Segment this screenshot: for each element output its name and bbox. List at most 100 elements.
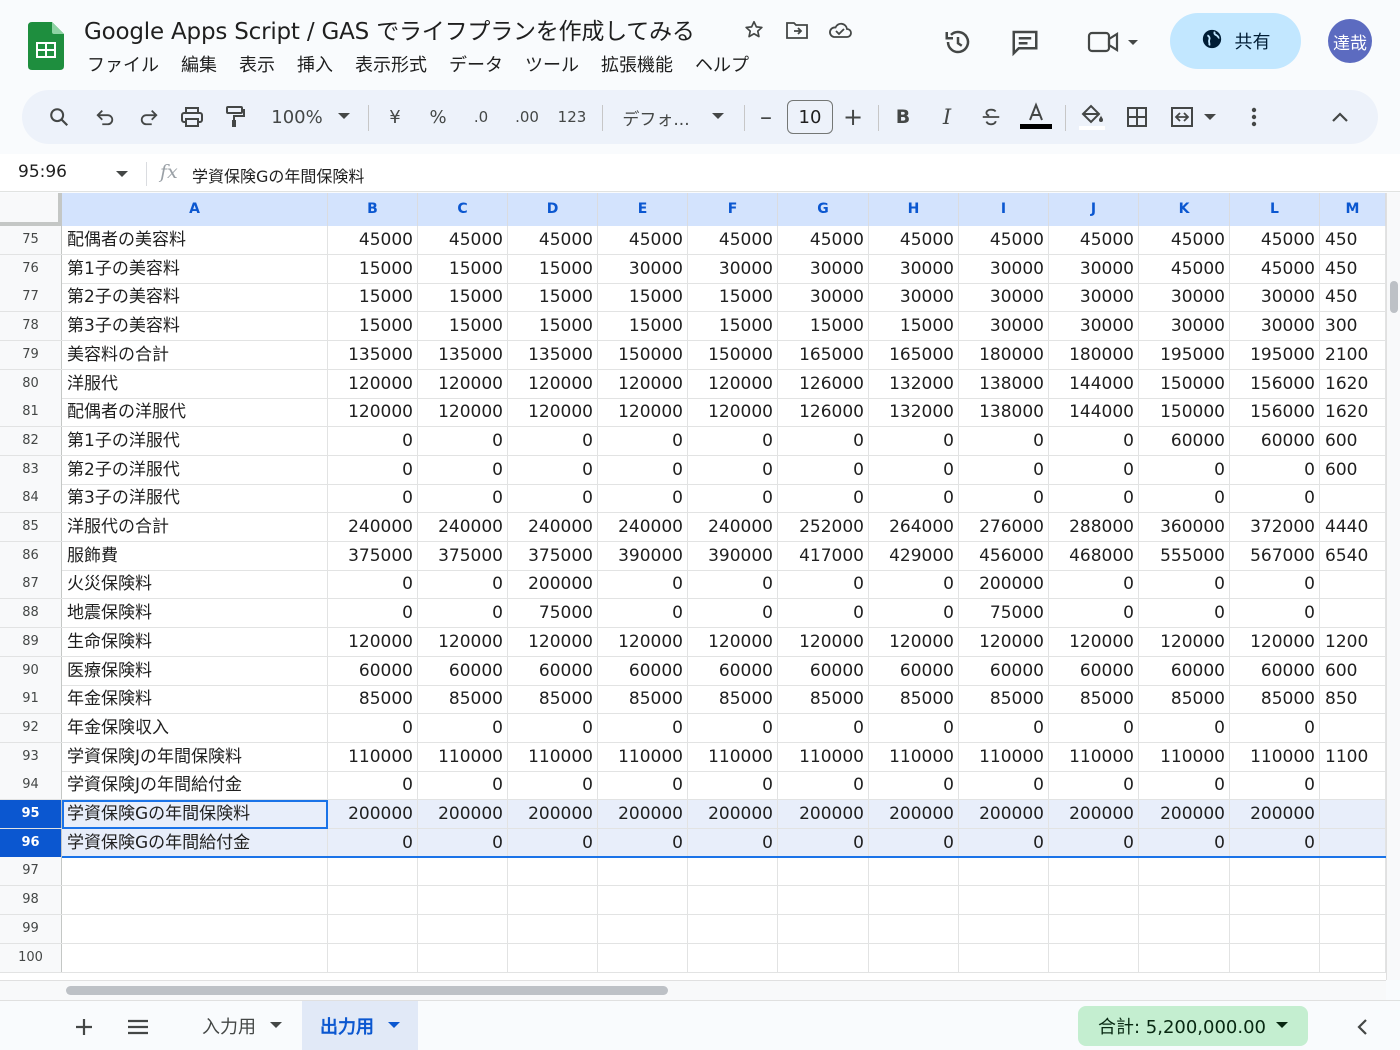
cell[interactable]: 0 (869, 599, 959, 628)
cell[interactable] (1049, 857, 1139, 886)
cell[interactable]: 150000 (1139, 369, 1230, 398)
cell[interactable]: 15000 (328, 312, 418, 341)
cell[interactable]: 200000 (1139, 800, 1230, 828)
cell[interactable]: 60000 (869, 656, 959, 685)
cell[interactable]: 468000 (1049, 541, 1139, 570)
cell[interactable]: 0 (1230, 771, 1320, 800)
row-header[interactable]: 78 (0, 312, 62, 341)
bold-icon[interactable]: B (890, 90, 916, 144)
cell[interactable]: 120000 (959, 627, 1049, 656)
cell[interactable]: 15000 (328, 283, 418, 312)
cell[interactable]: 45000 (328, 226, 418, 254)
cell-label[interactable]: 服飾費 (62, 541, 328, 570)
menu-help[interactable]: ヘルプ (684, 52, 760, 80)
cell[interactable] (1049, 886, 1139, 915)
cell[interactable]: 60000 (1139, 426, 1230, 455)
cell[interactable]: 300 (1320, 312, 1386, 341)
cell[interactable]: 0 (418, 771, 508, 800)
row-header[interactable]: 84 (0, 484, 62, 513)
sheets-logo[interactable] (28, 22, 64, 70)
cell[interactable]: 110000 (778, 742, 869, 771)
cell[interactable]: 60000 (1049, 656, 1139, 685)
cell[interactable]: 200000 (778, 800, 869, 828)
cell[interactable]: 180000 (1049, 340, 1139, 369)
cell[interactable]: 30000 (869, 254, 959, 283)
horizontal-scroll-thumb[interactable] (66, 986, 668, 995)
cell[interactable]: 45000 (1049, 226, 1139, 254)
cell[interactable]: 85000 (508, 685, 598, 714)
cell[interactable]: 555000 (1139, 541, 1230, 570)
cell[interactable]: 0 (1230, 599, 1320, 628)
cell-label[interactable]: 美容料の合計 (62, 340, 328, 369)
cell[interactable]: 276000 (959, 513, 1049, 541)
cell[interactable]: 0 (959, 455, 1049, 484)
cell[interactable]: 85000 (328, 685, 418, 714)
sheet-grid[interactable]: ABCDEFGHIJKLM 75 配偶者の美容料 45000 45000 45000 45… (0, 193, 1386, 980)
cell[interactable] (418, 857, 508, 886)
cell[interactable]: 360000 (1139, 513, 1230, 541)
cell[interactable]: 0 (508, 713, 598, 742)
cell[interactable] (1320, 713, 1386, 742)
cell[interactable] (1049, 943, 1139, 972)
cell[interactable]: 60000 (688, 656, 778, 685)
currency-format-button[interactable]: ¥ (382, 90, 408, 144)
cell[interactable]: 110000 (328, 742, 418, 771)
cell[interactable]: 0 (778, 828, 869, 857)
cell[interactable]: 0 (869, 828, 959, 857)
cell-label[interactable]: 第3子の美容料 (62, 312, 328, 341)
cell[interactable]: 0 (1230, 713, 1320, 742)
cell[interactable]: 0 (328, 828, 418, 857)
cell[interactable]: 30000 (1230, 283, 1320, 312)
cell[interactable]: 0 (688, 771, 778, 800)
cell[interactable]: 120000 (688, 398, 778, 427)
menu-tools[interactable]: ツール (514, 52, 590, 80)
cell[interactable]: 0 (778, 599, 869, 628)
cell[interactable]: 450 (1320, 283, 1386, 312)
cell[interactable] (1230, 857, 1320, 886)
cell[interactable] (688, 857, 778, 886)
cell[interactable] (1230, 943, 1320, 972)
cell[interactable]: 600 (1320, 455, 1386, 484)
cell[interactable]: 30000 (778, 254, 869, 283)
italic-icon[interactable]: I (934, 90, 960, 144)
cell[interactable]: 45000 (959, 226, 1049, 254)
cell[interactable]: 417000 (778, 541, 869, 570)
cell[interactable]: 120000 (1049, 627, 1139, 656)
cell[interactable]: 0 (508, 484, 598, 513)
history-icon[interactable] (936, 20, 980, 64)
cell[interactable]: 30000 (959, 283, 1049, 312)
menu-view[interactable]: 表示 (228, 52, 286, 80)
cell[interactable]: 0 (869, 771, 959, 800)
cell[interactable]: 110000 (508, 742, 598, 771)
cell[interactable]: 30000 (1049, 254, 1139, 283)
cell[interactable]: 0 (959, 828, 1049, 857)
cell[interactable]: 45000 (508, 226, 598, 254)
cell[interactable]: 85000 (1230, 685, 1320, 714)
cell[interactable]: 0 (1049, 484, 1139, 513)
cell[interactable]: 200000 (959, 570, 1049, 599)
cell[interactable]: 252000 (778, 513, 869, 541)
cell[interactable]: 45000 (1139, 254, 1230, 283)
cell[interactable] (869, 886, 959, 915)
cell-label[interactable]: 学資保険Jの年間保険料 (62, 742, 328, 771)
cell[interactable]: 132000 (869, 398, 959, 427)
column-header[interactable]: C (418, 193, 508, 226)
more-vert-icon[interactable] (1242, 90, 1266, 144)
cell[interactable]: 0 (1230, 828, 1320, 857)
cell[interactable] (778, 914, 869, 943)
cell[interactable]: 240000 (418, 513, 508, 541)
cell[interactable]: 120000 (328, 627, 418, 656)
row-header[interactable]: 81 (0, 398, 62, 427)
cell[interactable]: 0 (328, 713, 418, 742)
cell[interactable] (688, 886, 778, 915)
cell[interactable] (598, 857, 688, 886)
cell[interactable]: 240000 (328, 513, 418, 541)
cell[interactable]: 0 (1139, 484, 1230, 513)
cell[interactable]: 15000 (598, 312, 688, 341)
cell-label[interactable]: 学資保険Jの年間給付金 (62, 771, 328, 800)
zoom-select[interactable]: 100% (267, 90, 327, 144)
cell[interactable]: 85000 (688, 685, 778, 714)
cell-label[interactable]: 年金保険収入 (62, 713, 328, 742)
cell[interactable] (959, 886, 1049, 915)
cell-label[interactable]: 火災保険料 (62, 570, 328, 599)
